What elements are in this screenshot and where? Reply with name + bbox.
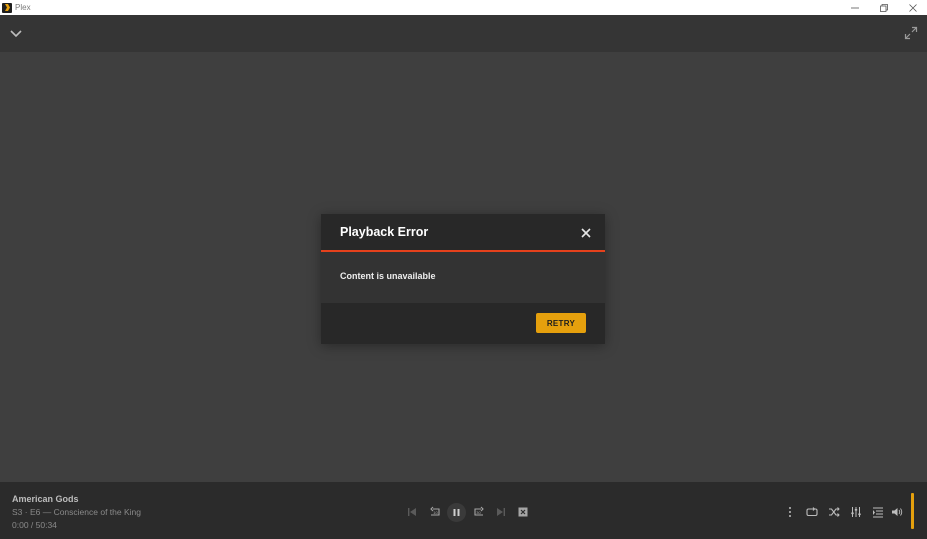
volume-icon xyxy=(892,508,903,516)
skip-next-button[interactable] xyxy=(494,506,508,518)
equalizer-icon xyxy=(851,507,861,517)
window-titlebar: Plex xyxy=(0,0,927,15)
now-playing-episode[interactable]: S3 · E6 — Conscience of the King xyxy=(12,507,141,517)
retry-button[interactable]: RETRY xyxy=(536,313,586,333)
svg-text:10: 10 xyxy=(433,510,438,515)
fullscreen-button[interactable] xyxy=(904,26,918,40)
play-queue-button[interactable] xyxy=(871,506,885,518)
window-close-button[interactable] xyxy=(898,0,927,15)
svg-text:30: 30 xyxy=(476,510,481,515)
dialog-message: Content is unavailable xyxy=(340,271,436,281)
stop-icon xyxy=(518,507,528,517)
dialog-header: Playback Error xyxy=(321,214,605,252)
minimize-button[interactable] xyxy=(840,0,869,15)
fullscreen-icon xyxy=(904,26,918,40)
plex-logo-icon xyxy=(2,2,12,13)
dialog-close-button[interactable] xyxy=(580,226,592,238)
window-title: Plex xyxy=(15,3,31,12)
more-options-button[interactable] xyxy=(783,506,797,518)
volume-slider[interactable] xyxy=(911,493,914,529)
window-controls xyxy=(840,0,927,15)
forward-30-icon: 30 xyxy=(474,506,484,516)
replay-10-button[interactable]: 10 xyxy=(428,506,442,518)
playback-time: 0:00 / 50:34 xyxy=(12,520,57,530)
shuffle-icon xyxy=(829,507,840,517)
play-queue-icon xyxy=(873,507,883,518)
player-topbar xyxy=(0,15,927,52)
more-vertical-icon xyxy=(789,507,791,517)
forward-30-button[interactable]: 30 xyxy=(472,506,486,518)
shuffle-button[interactable] xyxy=(827,506,841,518)
skip-previous-icon xyxy=(408,508,416,516)
pause-icon xyxy=(453,509,460,516)
chevron-down-icon xyxy=(10,30,22,38)
now-playing-title[interactable]: American Gods xyxy=(12,494,79,504)
audio-settings-button[interactable] xyxy=(849,506,863,518)
skip-previous-button[interactable] xyxy=(405,506,419,518)
stop-button[interactable] xyxy=(516,506,530,518)
collapse-player-button[interactable] xyxy=(9,27,23,39)
replay-10-icon: 10 xyxy=(430,506,440,516)
volume-button[interactable] xyxy=(890,506,904,518)
skip-next-icon xyxy=(497,508,505,516)
close-icon xyxy=(908,3,917,12)
playback-error-dialog: Playback Error Content is unavailable RE… xyxy=(321,214,605,344)
minimize-icon xyxy=(850,7,859,8)
repeat-icon xyxy=(806,507,818,517)
player-bottombar: American Gods S3 · E6 — Conscience of th… xyxy=(0,482,927,539)
dialog-body: Content is unavailable xyxy=(321,252,605,303)
restore-button[interactable] xyxy=(869,0,898,15)
restore-icon xyxy=(879,3,888,12)
dialog-title: Playback Error xyxy=(340,225,429,239)
dialog-footer: RETRY xyxy=(321,303,605,342)
close-icon xyxy=(581,228,591,238)
pause-button[interactable] xyxy=(447,503,466,522)
repeat-button[interactable] xyxy=(805,506,819,518)
